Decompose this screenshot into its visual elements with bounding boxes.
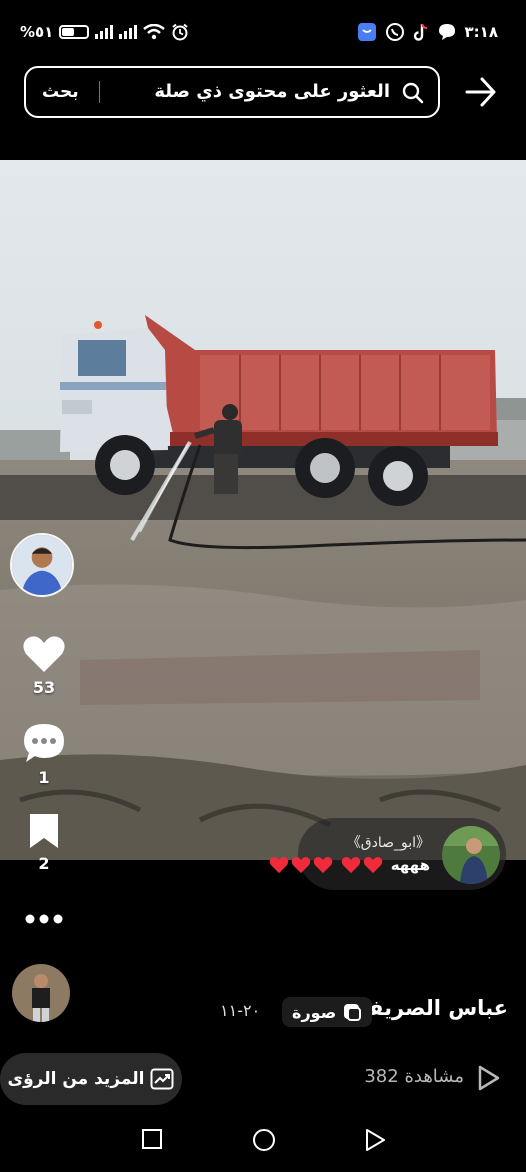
commenter-name: 《ابو_صادق》 bbox=[346, 835, 430, 851]
bookmark-icon bbox=[30, 814, 58, 848]
tiktok-icon bbox=[413, 23, 427, 41]
back-nav-icon[interactable] bbox=[364, 1128, 386, 1152]
more-dots-icon[interactable] bbox=[24, 912, 64, 926]
comment-count: 1 bbox=[38, 768, 50, 787]
heart-icon bbox=[23, 636, 65, 672]
home-icon[interactable] bbox=[252, 1128, 276, 1152]
search-bar[interactable]: بحث العثور على محتوى ذي صلة bbox=[24, 66, 440, 118]
app-notification-icon bbox=[357, 23, 376, 41]
like-count: 53 bbox=[32, 678, 56, 697]
status-bar: %٥١ ٣:١٨ bbox=[0, 0, 526, 62]
author-avatar[interactable] bbox=[10, 533, 74, 597]
arrow-right-icon[interactable] bbox=[464, 74, 498, 110]
status-left: %٥١ bbox=[20, 18, 189, 46]
messenger-icon bbox=[438, 24, 455, 40]
search-divider bbox=[99, 81, 100, 103]
post-type-label: صورة bbox=[292, 1002, 337, 1022]
insights-label: المزيد من الرؤى bbox=[7, 1069, 145, 1089]
signal-2-icon bbox=[119, 25, 138, 39]
comment-bubble-icon bbox=[24, 724, 64, 762]
hearts-emoji-2 bbox=[269, 856, 333, 874]
search-button[interactable]: بحث bbox=[42, 68, 79, 116]
hearts-emoji bbox=[341, 856, 383, 874]
comment-button[interactable]: 1 bbox=[16, 722, 72, 787]
post-photo[interactable] bbox=[0, 160, 526, 860]
post-date: ٢٠-١١ bbox=[220, 1001, 261, 1020]
red-heart-icon bbox=[341, 857, 360, 874]
signal-icon bbox=[95, 25, 114, 39]
recents-icon[interactable] bbox=[141, 1128, 163, 1150]
comment-preview[interactable]: 《ابو_صادق》 هههه bbox=[269, 818, 506, 890]
save-count: 2 bbox=[38, 854, 50, 873]
views-count: 382 مشاهدة bbox=[364, 1066, 464, 1087]
status-right: ٣:١٨ bbox=[357, 18, 498, 46]
comment-text-row: هههه bbox=[269, 856, 430, 874]
red-heart-icon bbox=[313, 857, 332, 874]
save-button[interactable]: 2 bbox=[16, 812, 72, 873]
alarm-icon bbox=[172, 23, 188, 41]
battery-percent: %٥١ bbox=[20, 23, 54, 41]
comment-text: هههه bbox=[390, 856, 430, 874]
red-heart-icon bbox=[363, 857, 382, 874]
like-button[interactable]: 53 bbox=[16, 634, 72, 697]
battery-icon bbox=[59, 25, 90, 39]
post-type-chip: صورة bbox=[282, 997, 373, 1027]
search-input[interactable]: العثور على محتوى ذي صلة bbox=[154, 68, 390, 116]
play-icon[interactable] bbox=[476, 1064, 502, 1092]
poster-avatar[interactable] bbox=[12, 964, 70, 1022]
commenter-avatar[interactable] bbox=[442, 826, 500, 884]
wifi-icon bbox=[143, 24, 166, 40]
whatsapp-icon bbox=[385, 23, 404, 41]
red-heart-icon bbox=[291, 857, 310, 874]
more-insights-button[interactable]: المزيد من الرؤى bbox=[0, 1053, 182, 1105]
red-heart-icon bbox=[269, 857, 288, 874]
photo-icon bbox=[344, 1004, 362, 1021]
trending-chart-icon bbox=[150, 1068, 174, 1090]
search-icon bbox=[402, 82, 424, 104]
clock-time: ٣:١٨ bbox=[464, 23, 498, 41]
